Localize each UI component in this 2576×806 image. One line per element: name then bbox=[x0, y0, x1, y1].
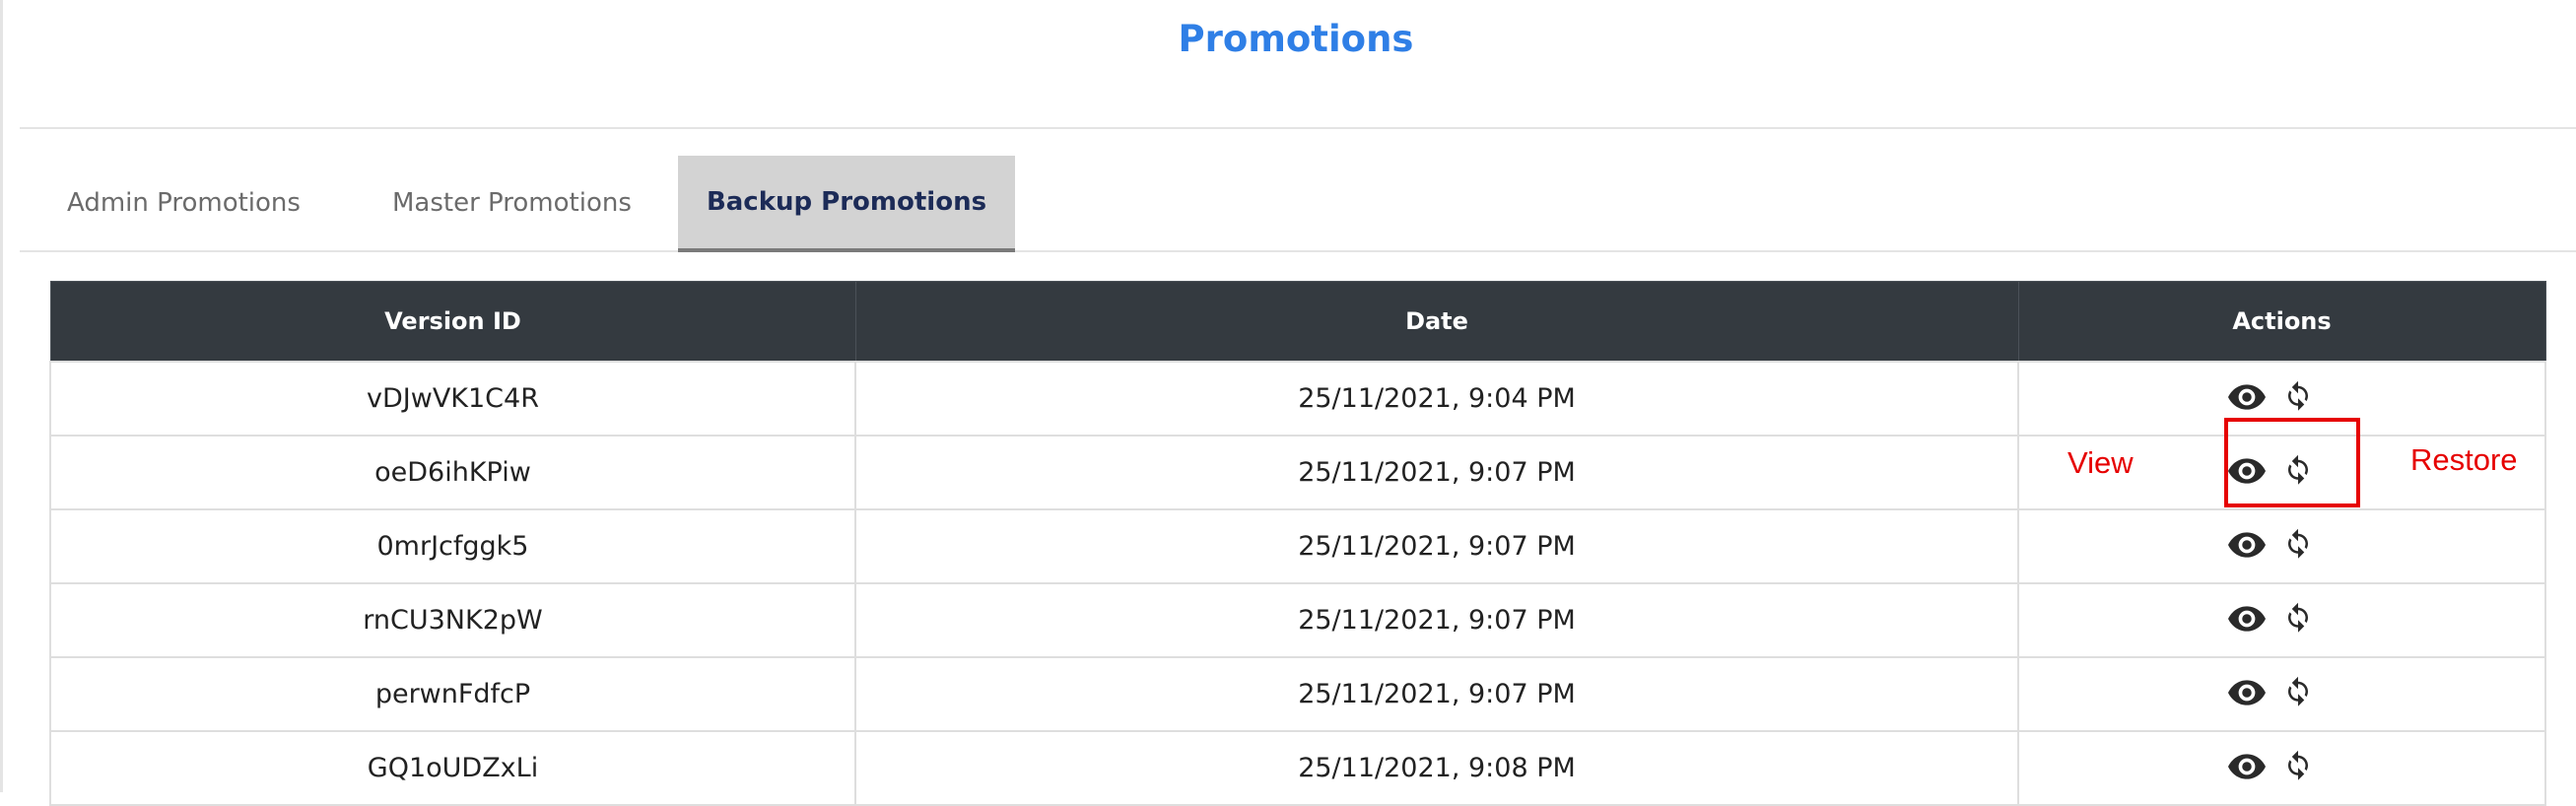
actions-cell bbox=[2017, 656, 2546, 732]
annotation-highlight-box bbox=[2224, 418, 2360, 507]
column-header-date: Date bbox=[854, 281, 2019, 363]
table-row: vDJwVK1C4R 25/11/2021, 9:04 PM bbox=[49, 361, 2546, 437]
table-row: GQ1oUDZxLi 25/11/2021, 9:08 PM bbox=[49, 730, 2546, 806]
actions-cell bbox=[2017, 508, 2546, 584]
tab-backup-promotions[interactable]: Backup Promotions bbox=[678, 156, 1015, 252]
date-cell: 25/11/2021, 9:04 PM bbox=[854, 361, 2019, 437]
row-actions bbox=[2227, 750, 2317, 783]
version-id-cell: GQ1oUDZxLi bbox=[49, 730, 856, 806]
refresh-icon[interactable] bbox=[2279, 602, 2317, 636]
date-cell: 25/11/2021, 9:08 PM bbox=[854, 730, 2019, 806]
version-id-cell: 0mrJcfggk5 bbox=[49, 508, 856, 584]
tab-admin-promotions[interactable]: Admin Promotions bbox=[67, 156, 301, 250]
version-id-cell: oeD6ihKPiw bbox=[49, 435, 856, 510]
date-cell: 25/11/2021, 9:07 PM bbox=[854, 508, 2019, 584]
row-actions bbox=[2227, 602, 2317, 636]
table-row: 0mrJcfggk5 25/11/2021, 9:07 PM bbox=[49, 508, 2546, 584]
eye-icon[interactable] bbox=[2227, 528, 2266, 562]
refresh-icon[interactable] bbox=[2279, 676, 2317, 709]
column-header-version-id: Version ID bbox=[49, 281, 856, 363]
date-cell: 25/11/2021, 9:07 PM bbox=[854, 435, 2019, 510]
column-header-actions: Actions bbox=[2017, 281, 2546, 363]
tab-master-promotions[interactable]: Master Promotions bbox=[392, 156, 632, 250]
actions-cell bbox=[2017, 582, 2546, 658]
eye-icon[interactable] bbox=[2227, 676, 2266, 709]
row-actions bbox=[2227, 676, 2317, 709]
refresh-icon[interactable] bbox=[2279, 750, 2317, 783]
date-cell: 25/11/2021, 9:07 PM bbox=[854, 656, 2019, 732]
table-row: rnCU3NK2pW 25/11/2021, 9:07 PM bbox=[49, 582, 2546, 658]
version-id-cell: vDJwVK1C4R bbox=[49, 361, 856, 437]
table-row: perwnFdfcP 25/11/2021, 9:07 PM bbox=[49, 656, 2546, 732]
header-divider bbox=[20, 127, 2576, 129]
eye-icon[interactable] bbox=[2227, 380, 2266, 414]
annotation-restore-label: Restore bbox=[2410, 442, 2518, 477]
row-actions bbox=[2227, 528, 2317, 562]
eye-icon[interactable] bbox=[2227, 750, 2266, 783]
refresh-icon[interactable] bbox=[2279, 528, 2317, 562]
row-actions bbox=[2227, 380, 2317, 414]
table-header-row: Version ID Date Actions bbox=[49, 281, 2546, 363]
annotation-view-label: View bbox=[2068, 445, 2134, 480]
table-row: oeD6ihKPiw 25/11/2021, 9:07 PM bbox=[49, 435, 2546, 510]
refresh-icon[interactable] bbox=[2279, 380, 2317, 414]
actions-cell bbox=[2017, 730, 2546, 806]
version-id-cell: perwnFdfcP bbox=[49, 656, 856, 732]
tab-bar: Admin Promotions Master Promotions Backu… bbox=[20, 156, 2576, 252]
page-left-border bbox=[0, 0, 3, 792]
date-cell: 25/11/2021, 9:07 PM bbox=[854, 582, 2019, 658]
version-id-cell: rnCU3NK2pW bbox=[49, 582, 856, 658]
eye-icon[interactable] bbox=[2227, 602, 2266, 636]
page-title: Promotions bbox=[1178, 18, 1414, 60]
backup-promotions-table: Version ID Date Actions vDJwVK1C4R 25/11/… bbox=[49, 281, 2546, 806]
